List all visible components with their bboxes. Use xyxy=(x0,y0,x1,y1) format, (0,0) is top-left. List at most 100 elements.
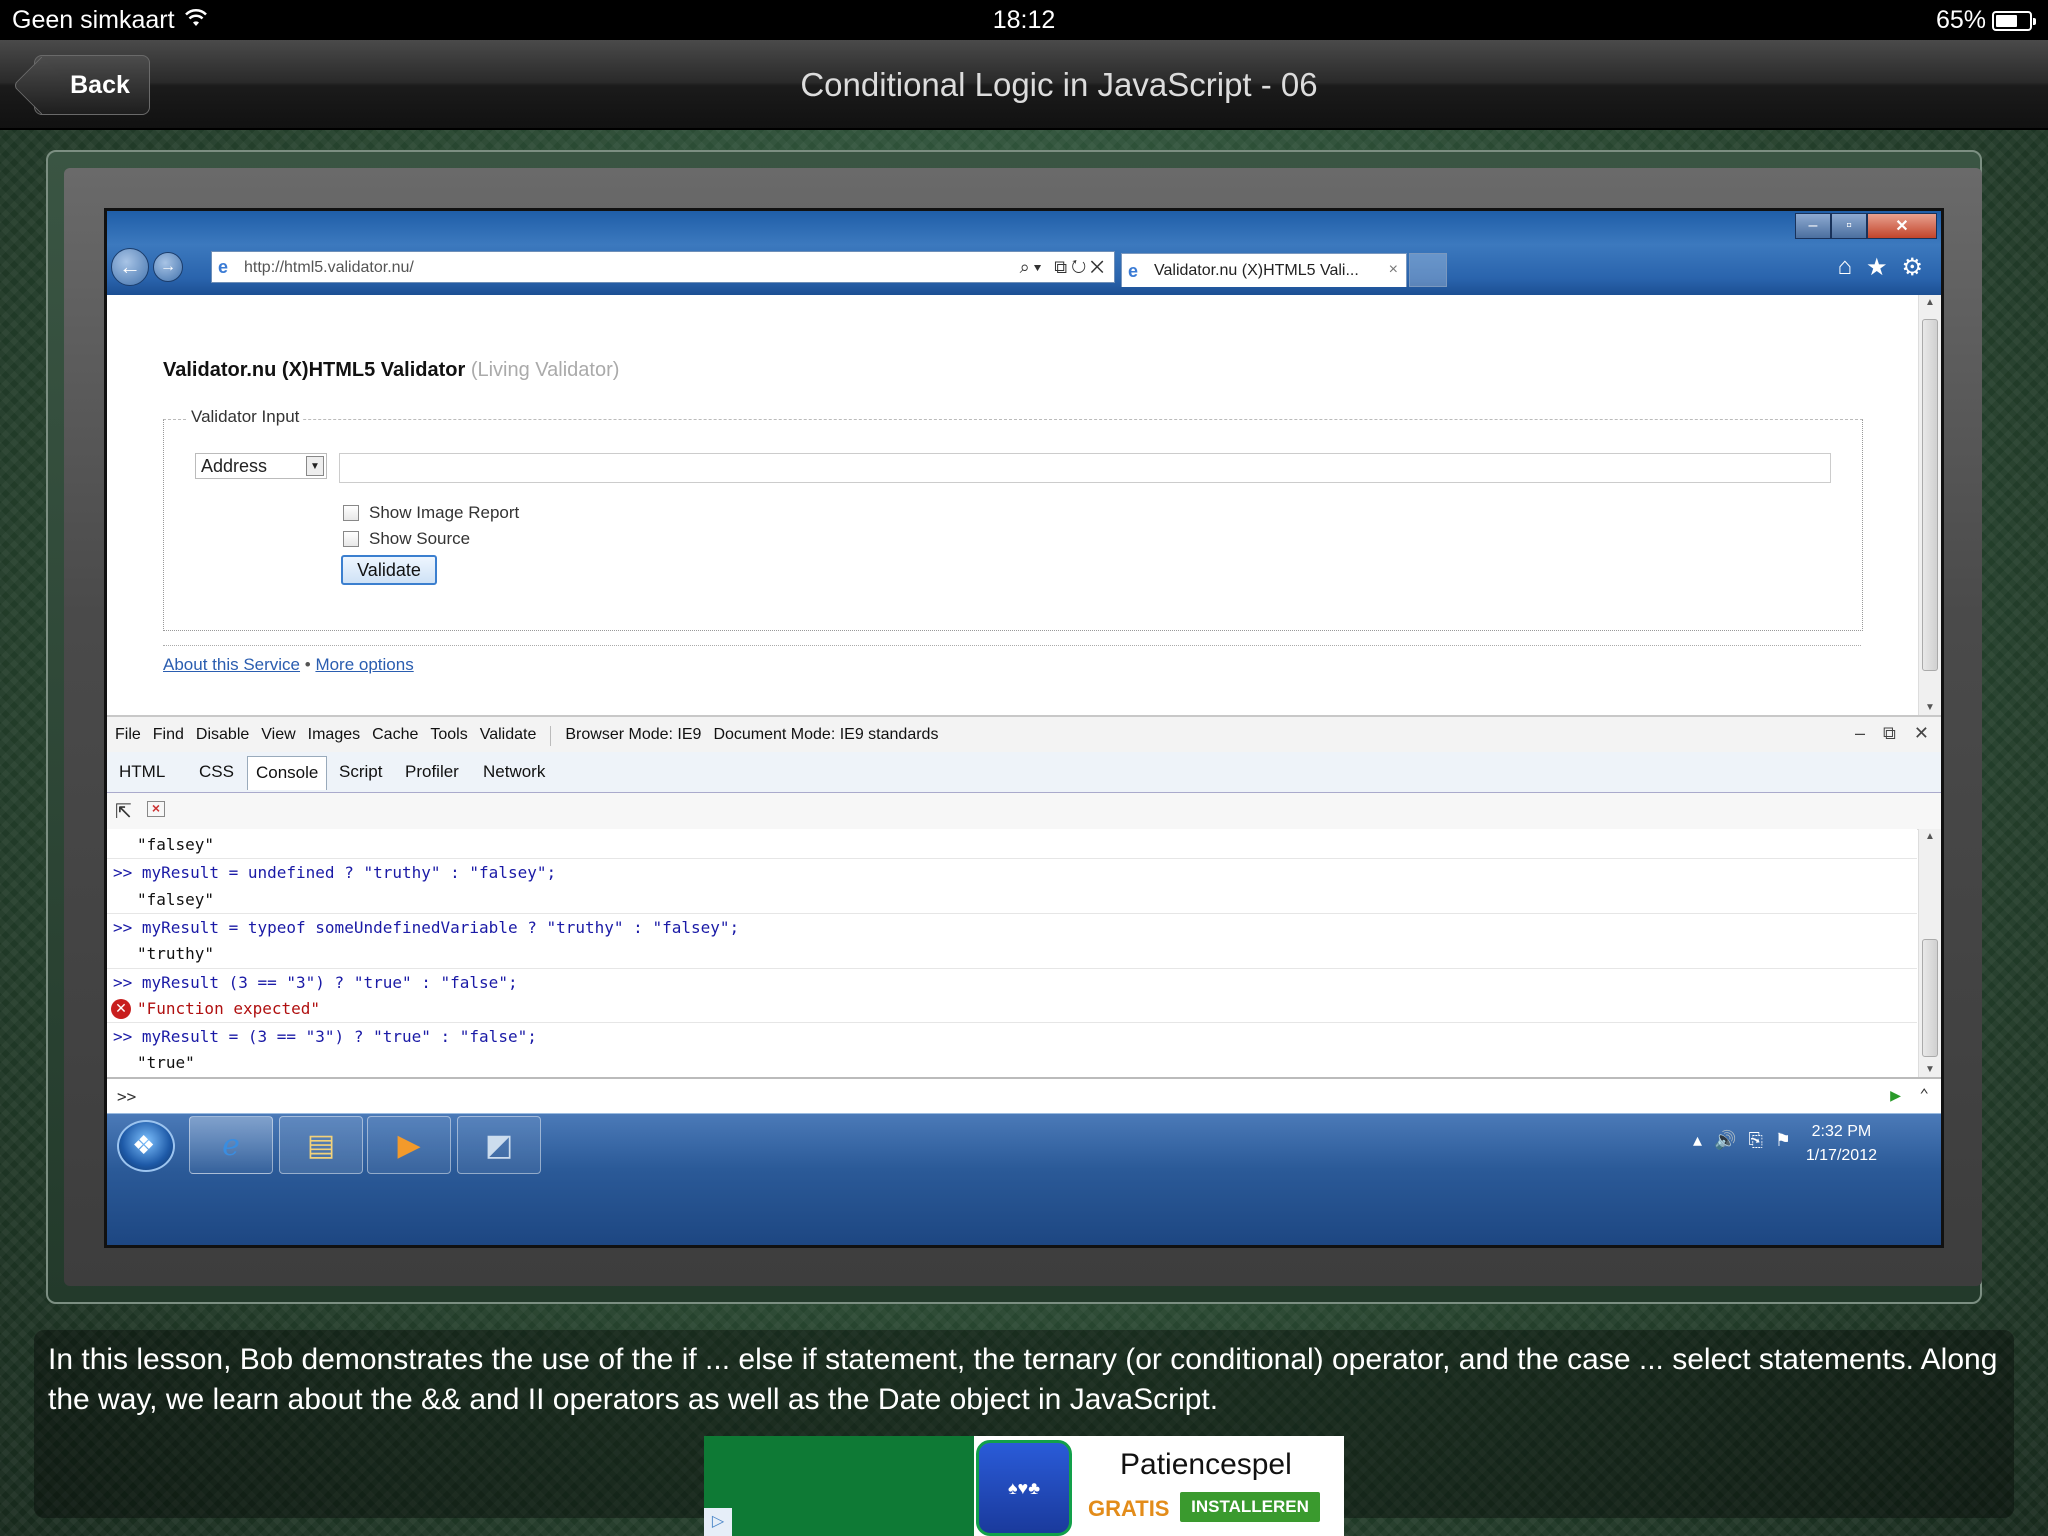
ad-install-button[interactable]: INSTALLEREN xyxy=(1180,1492,1320,1522)
home-icon: ⌂ xyxy=(1837,253,1852,280)
console-line-out: "falsey" xyxy=(107,831,1917,858)
page-title: Conditional Logic in JavaScript - 06 xyxy=(800,66,1318,103)
solitaire-app-icon: ♠♥♣ xyxy=(976,1440,1072,1536)
undock-icon: ⧉ xyxy=(1883,723,1896,743)
lesson-description: In this lesson, Bob demonstrates the use… xyxy=(48,1343,1998,1416)
devtools-menu-item: Tools xyxy=(430,726,468,743)
validator-input-fieldset xyxy=(163,419,1863,631)
ie-address-bar: e http://html5.validator.nu/ ⌕▾ ⧉↻✕ xyxy=(211,251,1115,283)
devtools-menu-item: Validate xyxy=(479,726,537,743)
devtools-menu-item: Find xyxy=(152,726,184,743)
ie-new-tab xyxy=(1409,253,1447,287)
battery-fill xyxy=(1996,14,2017,27)
page-scroll-thumb xyxy=(1922,319,1938,671)
devtools-window-controls: – ⧉ ✕ xyxy=(1855,723,1929,744)
battery-icon xyxy=(1992,10,2036,31)
devtools-tabs: HTML CSS Console Script Profiler Network xyxy=(107,752,1941,793)
checkbox-box xyxy=(343,505,359,521)
tab-network: Network xyxy=(483,762,546,781)
video-screen[interactable]: – ▫ ✕ ← → e http://html5.validator.nu/ ⌕… xyxy=(104,208,1944,1248)
ie-forward-icon: → xyxy=(153,252,183,282)
ad-app-name: Patiencespel xyxy=(1120,1448,1292,1481)
checkbox-box xyxy=(343,531,359,547)
tray-expand-icon: ▴ xyxy=(1692,1130,1703,1150)
favorites-star-icon: ★ xyxy=(1865,254,1888,281)
console-scroll-thumb xyxy=(1922,939,1938,1057)
run-icon: ▶ xyxy=(1890,1085,1901,1106)
flag-icon: ⚑ xyxy=(1774,1130,1791,1150)
close-icon: ✕ xyxy=(1913,723,1929,743)
show-image-report-checkbox: Show Image Report xyxy=(343,503,519,523)
windows-taskbar: ℯ ▤ ▶ ◩ ▴ 🔊 ⎘ ⚑ 2:32 PM 1/17/2012 xyxy=(107,1113,1941,1245)
expand-icon: ⌃ xyxy=(1919,1085,1929,1104)
console-line-out: "truthy" xyxy=(107,940,1917,967)
clock-time: 2:32 PM xyxy=(1811,1123,1872,1140)
back-button-label: Back xyxy=(70,70,130,99)
console-line-out: "true" xyxy=(107,1049,1917,1076)
console-line-text: >> myResult = undefined ? "truthy" : "fa… xyxy=(113,863,557,883)
media-player-icon: ▶ xyxy=(367,1116,451,1174)
console-line-text: >> myResult (3 == "3") ? "true" : "false… xyxy=(113,972,518,992)
ie-tab-logo-icon: e xyxy=(1128,261,1139,281)
footer-links: About this Service • More options xyxy=(163,655,414,675)
devtools-menu-items: File Find Disable View Images Cache Tool… xyxy=(115,726,938,746)
console-line-text: "falsey" xyxy=(137,835,215,854)
system-tray: ▴ 🔊 ⎘ ⚑ xyxy=(1693,1130,1791,1151)
link-separator: • xyxy=(304,655,311,674)
ie-tab-title: Validator.nu (X)HTML5 Vali... xyxy=(1154,262,1359,279)
adchoices-icon[interactable]: ▷ xyxy=(704,1508,732,1536)
console-scrollbar: ▲ ▼ xyxy=(1918,829,1941,1077)
ad-banner[interactable]: ▷ ♠♥♣ Patiencespel GRATIS INSTALLEREN xyxy=(704,1436,1344,1536)
status-bar: Geen simkaart 18:12 65% xyxy=(0,0,2048,40)
select-element-icon: ⇱ xyxy=(115,801,132,823)
console-line-text: "Function expected" xyxy=(137,998,321,1018)
console-line-out: "falsey" xyxy=(107,886,1917,913)
console-line-cmd: >> myResult = undefined ? "truthy" : "fa… xyxy=(107,858,1917,886)
divider xyxy=(163,645,1861,646)
ie-right-toolbar: ⌂ ★ ⚙ xyxy=(1837,253,1923,282)
validator-title: Validator.nu (X)HTML5 Validator (Living … xyxy=(163,359,619,382)
network-icon: ⎘ xyxy=(1748,1130,1763,1150)
ie-titlebar: – ▫ ✕ ← → e http://html5.validator.nu/ ⌕… xyxy=(107,211,1941,295)
show-source-checkbox: Show Source xyxy=(343,529,470,549)
validator-input-legend: Validator Input xyxy=(187,407,304,427)
status-time: 18:12 xyxy=(992,6,1056,34)
battery-percent: 65% xyxy=(1935,6,1986,34)
minimize-icon: – xyxy=(1855,723,1866,743)
scroll-down-icon: ▼ xyxy=(1925,1064,1935,1075)
console-line-text: >> myResult = (3 == "3") ? "true" : "fal… xyxy=(113,1027,537,1047)
window-controls: – ▫ ✕ xyxy=(1795,213,1937,239)
tab-script: Script xyxy=(339,762,383,781)
volume-icon: 🔊 xyxy=(1714,1130,1737,1150)
app-icon: ◩ xyxy=(457,1116,541,1174)
gear-icon: ⚙ xyxy=(1901,254,1923,281)
console-line-err: ✕ "Function expected" xyxy=(107,995,1917,1022)
ie-taskbar-icon: ℯ xyxy=(189,1116,273,1174)
about-service-link: About this Service xyxy=(163,655,301,674)
console-line-text: >> myResult = typeof someUndefinedVariab… xyxy=(113,917,740,937)
more-options-link: More options xyxy=(315,655,414,674)
show-source-label: Show Source xyxy=(369,529,471,548)
validator-title-text: Validator.nu (X)HTML5 Validator xyxy=(163,359,466,381)
navigation-bar: Back Conditional Logic in JavaScript - 0… xyxy=(0,40,2048,130)
tab-css: CSS xyxy=(199,762,234,781)
page-scrollbar: ▲ ▼ xyxy=(1918,295,1941,715)
console-input: >> ▶ ⌃ xyxy=(107,1077,1941,1115)
scroll-down-icon: ▼ xyxy=(1925,702,1935,713)
validator-subtitle: (Living Validator) xyxy=(470,359,620,381)
taskbar-clock: 2:32 PM 1/17/2012 xyxy=(1806,1120,1877,1168)
battery-indicator: 65% xyxy=(1935,6,2036,35)
console-line-cmd: >> myResult (3 == "3") ? "true" : "false… xyxy=(107,967,1917,996)
address-input xyxy=(339,453,1831,483)
menu-separator xyxy=(550,726,552,746)
console-line-text: "truthy" xyxy=(137,944,215,964)
console-prompt: >> xyxy=(117,1087,137,1106)
tab-profiler: Profiler xyxy=(405,762,459,781)
minimize-icon: – xyxy=(1795,213,1831,239)
ad-free-label: GRATIS xyxy=(1088,1496,1170,1521)
devtools-menubar: File Find Disable View Images Cache Tool… xyxy=(107,715,1941,754)
start-button-icon xyxy=(117,1120,175,1172)
clock-date: 1/17/2012 xyxy=(1805,1147,1877,1164)
scroll-up-icon: ▲ xyxy=(1925,831,1935,842)
devtools-menu-item: Cache xyxy=(372,726,419,743)
